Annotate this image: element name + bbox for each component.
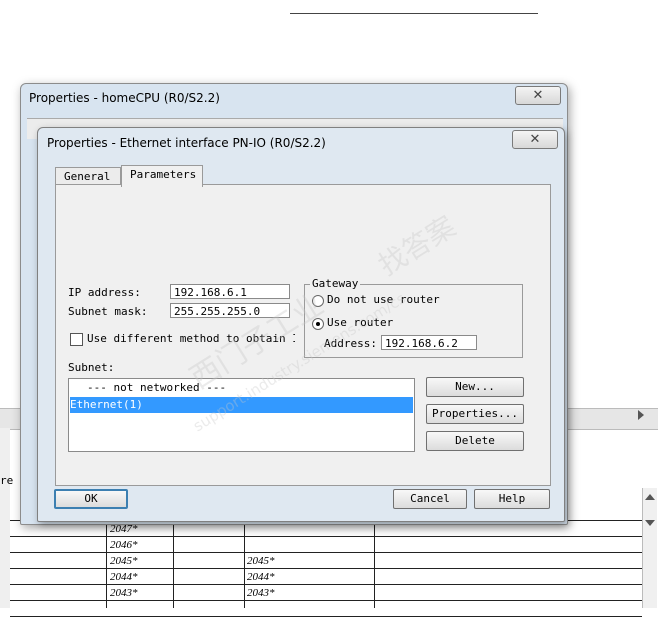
- close-button[interactable]: ✕: [512, 130, 558, 149]
- background-scrollbar[interactable]: [642, 488, 657, 608]
- different-method-checkbox[interactable]: [70, 333, 83, 346]
- background-table-row: [10, 537, 642, 553]
- background-table-fragment: re: [0, 474, 14, 487]
- ip-address-label: IP address:: [68, 286, 141, 299]
- background-cell: 2043*: [110, 587, 138, 599]
- background-cell: 2044*: [247, 571, 275, 583]
- background-table-row: [10, 601, 642, 617]
- background-top-line: [290, 13, 538, 14]
- ok-button[interactable]: OK: [54, 489, 128, 509]
- background-cell: 2043*: [247, 587, 275, 599]
- scroll-up-arrow-icon[interactable]: [645, 494, 655, 500]
- background-cell: 2045*: [247, 555, 275, 567]
- cancel-button[interactable]: Cancel: [393, 489, 467, 509]
- tabstrip: General Parameters: [55, 165, 355, 187]
- background-cell: 2046*: [110, 539, 138, 551]
- router-address-input[interactable]: 192.168.6.2: [381, 335, 477, 350]
- dialog-title: Properties - Ethernet interface PN-IO (R…: [47, 136, 326, 150]
- delete-subnet-button[interactable]: Delete: [426, 431, 524, 451]
- scroll-right-arrow-icon[interactable]: [638, 410, 644, 420]
- background-table-side: [0, 428, 10, 608]
- background-table-row: [10, 569, 642, 585]
- close-icon: ✕: [532, 88, 544, 103]
- help-button[interactable]: Help: [474, 489, 550, 509]
- outer-close-button[interactable]: ✕: [515, 86, 561, 105]
- subnet-properties-button[interactable]: Properties...: [426, 404, 524, 424]
- subnet-mask-label: Subnet mask:: [68, 305, 148, 318]
- outer-dialog-title: Properties - homeCPU (R0/S2.2): [29, 91, 220, 105]
- subnet-label: Subnet:: [68, 361, 115, 374]
- background-table-row: [10, 585, 642, 601]
- background-cell: 2045*: [110, 555, 138, 567]
- close-icon: ✕: [529, 132, 541, 147]
- gateway-group-label: Gateway: [310, 277, 361, 290]
- background-table-row: [10, 553, 642, 569]
- new-subnet-button[interactable]: New...: [426, 377, 524, 397]
- scroll-down-arrow-icon[interactable]: [645, 520, 655, 526]
- ip-address-input[interactable]: 192.168.6.1: [170, 284, 290, 299]
- background-cell: 2044*: [110, 571, 138, 583]
- tab-parameters[interactable]: Parameters: [121, 165, 203, 187]
